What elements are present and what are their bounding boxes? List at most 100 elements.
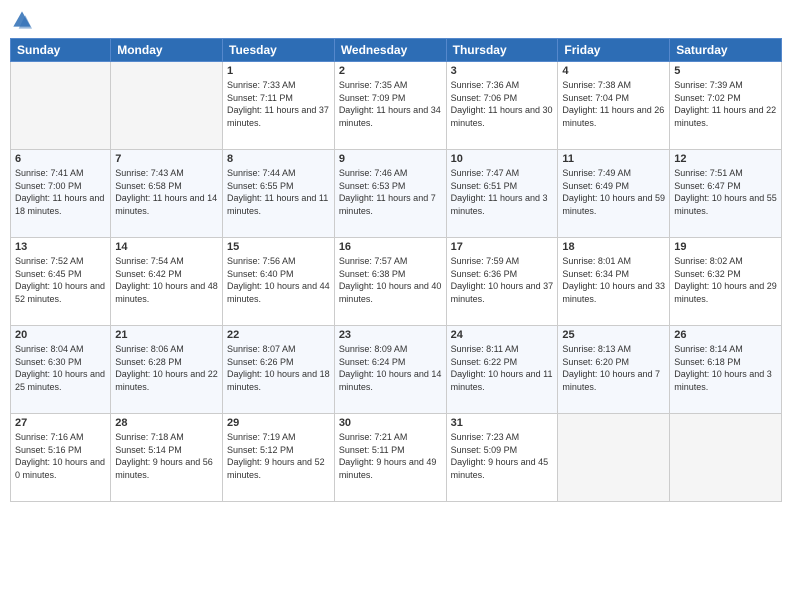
day-number: 28 — [115, 417, 218, 429]
day-cell: 28 Sunrise: 7:18 AM Sunset: 5:14 PM Dayli… — [111, 414, 223, 502]
day-cell: 26Sunrise: 8:14 AM Sunset: 6:18 PM Dayli… — [670, 326, 782, 414]
day-cell: 4Sunrise: 7:38 AM Sunset: 7:04 PM Daylig… — [558, 62, 670, 150]
day-number: 13 — [15, 241, 106, 253]
page-header — [10, 10, 782, 30]
day-number: 16 — [339, 241, 442, 253]
day-number: 5 — [674, 65, 777, 77]
day-info: Sunrise: 7:49 AM Sunset: 6:49 PM Dayligh… — [562, 167, 665, 217]
day-cell: 31 Sunrise: 7:23 AM Sunset: 5:09 PM Dayli… — [446, 414, 558, 502]
day-cell: 17Sunrise: 7:59 AM Sunset: 6:36 PM Dayli… — [446, 238, 558, 326]
weekday-header-sunday: Sunday — [11, 39, 111, 62]
day-cell — [111, 62, 223, 150]
day-number: 27 — [15, 417, 106, 429]
day-info: Sunrise: 7:19 AM Sunset: 5:12 PM Dayligh… — [227, 431, 330, 481]
day-cell — [670, 414, 782, 502]
day-number: 14 — [115, 241, 218, 253]
day-cell: 8 Sunrise: 7:44 AM Sunset: 6:55 PM Daylig… — [223, 150, 335, 238]
day-info: Sunrise: 7:18 AM Sunset: 5:14 PM Dayligh… — [115, 431, 218, 481]
day-cell — [558, 414, 670, 502]
weekday-header-saturday: Saturday — [670, 39, 782, 62]
week-row-2: 6 Sunrise: 7:41 AM Sunset: 7:00 PM Daylig… — [11, 150, 782, 238]
day-info: Sunrise: 7:46 AM Sunset: 6:53 PM Dayligh… — [339, 167, 442, 217]
day-number: 3 — [451, 65, 554, 77]
day-number: 21 — [115, 329, 218, 341]
day-cell: 15 Sunrise: 7:56 AM Sunset: 6:40 PM Dayli… — [223, 238, 335, 326]
day-cell: 22 Sunrise: 8:07 AM Sunset: 6:26 PM Dayli… — [223, 326, 335, 414]
weekday-header-tuesday: Tuesday — [223, 39, 335, 62]
day-cell: 10 Sunrise: 7:47 AM Sunset: 6:51 PM Dayli… — [446, 150, 558, 238]
week-row-5: 27 Sunrise: 7:16 AM Sunset: 5:16 PM Dayli… — [11, 414, 782, 502]
day-info: Sunrise: 7:36 AM Sunset: 7:06 PM Dayligh… — [451, 79, 554, 129]
day-number: 2 — [339, 65, 442, 77]
week-row-3: 13 Sunrise: 7:52 AM Sunset: 6:45 PM Dayli… — [11, 238, 782, 326]
day-number: 17 — [451, 241, 554, 253]
day-cell: 1 Sunrise: 7:33 AM Sunset: 7:11 PM Daylig… — [223, 62, 335, 150]
day-info: Sunrise: 7:54 AM Sunset: 6:42 PM Dayligh… — [115, 255, 218, 305]
day-number: 4 — [562, 65, 665, 77]
day-cell: 11 Sunrise: 7:49 AM Sunset: 6:49 PM Dayli… — [558, 150, 670, 238]
day-cell: 30 Sunrise: 7:21 AM Sunset: 5:11 PM Dayli… — [334, 414, 446, 502]
day-info: Sunrise: 7:16 AM Sunset: 5:16 PM Dayligh… — [15, 431, 106, 481]
day-cell: 2 Sunrise: 7:35 AM Sunset: 7:09 PM Daylig… — [334, 62, 446, 150]
day-cell: 18Sunrise: 8:01 AM Sunset: 6:34 PM Dayli… — [558, 238, 670, 326]
day-number: 6 — [15, 153, 106, 165]
logo-icon — [12, 10, 32, 30]
day-info: Sunrise: 7:21 AM Sunset: 5:11 PM Dayligh… — [339, 431, 442, 481]
day-info: Sunrise: 7:33 AM Sunset: 7:11 PM Dayligh… — [227, 79, 330, 129]
day-number: 10 — [451, 153, 554, 165]
day-number: 25 — [562, 329, 665, 341]
day-number: 1 — [227, 65, 330, 77]
day-cell: 27 Sunrise: 7:16 AM Sunset: 5:16 PM Dayli… — [11, 414, 111, 502]
day-number: 15 — [227, 241, 330, 253]
day-cell: 21 Sunrise: 8:06 AM Sunset: 6:28 PM Dayli… — [111, 326, 223, 414]
day-cell: 3 Sunrise: 7:36 AM Sunset: 7:06 PM Daylig… — [446, 62, 558, 150]
day-number: 7 — [115, 153, 218, 165]
weekday-header-thursday: Thursday — [446, 39, 558, 62]
day-number: 8 — [227, 153, 330, 165]
logo — [10, 10, 32, 30]
day-cell: 20Sunrise: 8:04 AM Sunset: 6:30 PM Dayli… — [11, 326, 111, 414]
day-info: Sunrise: 7:44 AM Sunset: 6:55 PM Dayligh… — [227, 167, 330, 217]
day-number: 19 — [674, 241, 777, 253]
day-info: Sunrise: 7:23 AM Sunset: 5:09 PM Dayligh… — [451, 431, 554, 481]
weekday-header-monday: Monday — [111, 39, 223, 62]
day-number: 29 — [227, 417, 330, 429]
day-cell: 14 Sunrise: 7:54 AM Sunset: 6:42 PM Dayli… — [111, 238, 223, 326]
day-info: Sunrise: 8:07 AM Sunset: 6:26 PM Dayligh… — [227, 343, 330, 393]
day-info: Sunrise: 8:11 AM Sunset: 6:22 PM Dayligh… — [451, 343, 554, 393]
day-number: 9 — [339, 153, 442, 165]
day-cell: 13 Sunrise: 7:52 AM Sunset: 6:45 PM Dayli… — [11, 238, 111, 326]
week-row-4: 20Sunrise: 8:04 AM Sunset: 6:30 PM Dayli… — [11, 326, 782, 414]
day-info: Sunrise: 7:56 AM Sunset: 6:40 PM Dayligh… — [227, 255, 330, 305]
day-number: 12 — [674, 153, 777, 165]
day-info: Sunrise: 7:35 AM Sunset: 7:09 PM Dayligh… — [339, 79, 442, 129]
day-number: 23 — [339, 329, 442, 341]
day-number: 22 — [227, 329, 330, 341]
day-number: 20 — [15, 329, 106, 341]
day-number: 26 — [674, 329, 777, 341]
day-number: 11 — [562, 153, 665, 165]
day-number: 31 — [451, 417, 554, 429]
day-cell: 29 Sunrise: 7:19 AM Sunset: 5:12 PM Dayli… — [223, 414, 335, 502]
day-number: 30 — [339, 417, 442, 429]
day-cell: 23Sunrise: 8:09 AM Sunset: 6:24 PM Dayli… — [334, 326, 446, 414]
day-info: Sunrise: 7:51 AM Sunset: 6:47 PM Dayligh… — [674, 167, 777, 217]
day-cell: 24Sunrise: 8:11 AM Sunset: 6:22 PM Dayli… — [446, 326, 558, 414]
day-info: Sunrise: 7:43 AM Sunset: 6:58 PM Dayligh… — [115, 167, 218, 217]
day-cell: 25 Sunrise: 8:13 AM Sunset: 6:20 PM Dayli… — [558, 326, 670, 414]
day-info: Sunrise: 7:39 AM Sunset: 7:02 PM Dayligh… — [674, 79, 777, 129]
day-cell — [11, 62, 111, 150]
day-cell: 9 Sunrise: 7:46 AM Sunset: 6:53 PM Daylig… — [334, 150, 446, 238]
day-cell: 5 Sunrise: 7:39 AM Sunset: 7:02 PM Daylig… — [670, 62, 782, 150]
day-info: Sunrise: 8:06 AM Sunset: 6:28 PM Dayligh… — [115, 343, 218, 393]
day-info: Sunrise: 7:52 AM Sunset: 6:45 PM Dayligh… — [15, 255, 106, 305]
day-info: Sunrise: 7:41 AM Sunset: 7:00 PM Dayligh… — [15, 167, 106, 217]
day-cell: 19Sunrise: 8:02 AM Sunset: 6:32 PM Dayli… — [670, 238, 782, 326]
day-info: Sunrise: 7:47 AM Sunset: 6:51 PM Dayligh… — [451, 167, 554, 217]
weekday-header-row: SundayMondayTuesdayWednesdayThursdayFrid… — [11, 39, 782, 62]
weekday-header-friday: Friday — [558, 39, 670, 62]
day-number: 18 — [562, 241, 665, 253]
weekday-header-wednesday: Wednesday — [334, 39, 446, 62]
day-info: Sunrise: 8:13 AM Sunset: 6:20 PM Dayligh… — [562, 343, 665, 393]
day-cell: 16Sunrise: 7:57 AM Sunset: 6:38 PM Dayli… — [334, 238, 446, 326]
